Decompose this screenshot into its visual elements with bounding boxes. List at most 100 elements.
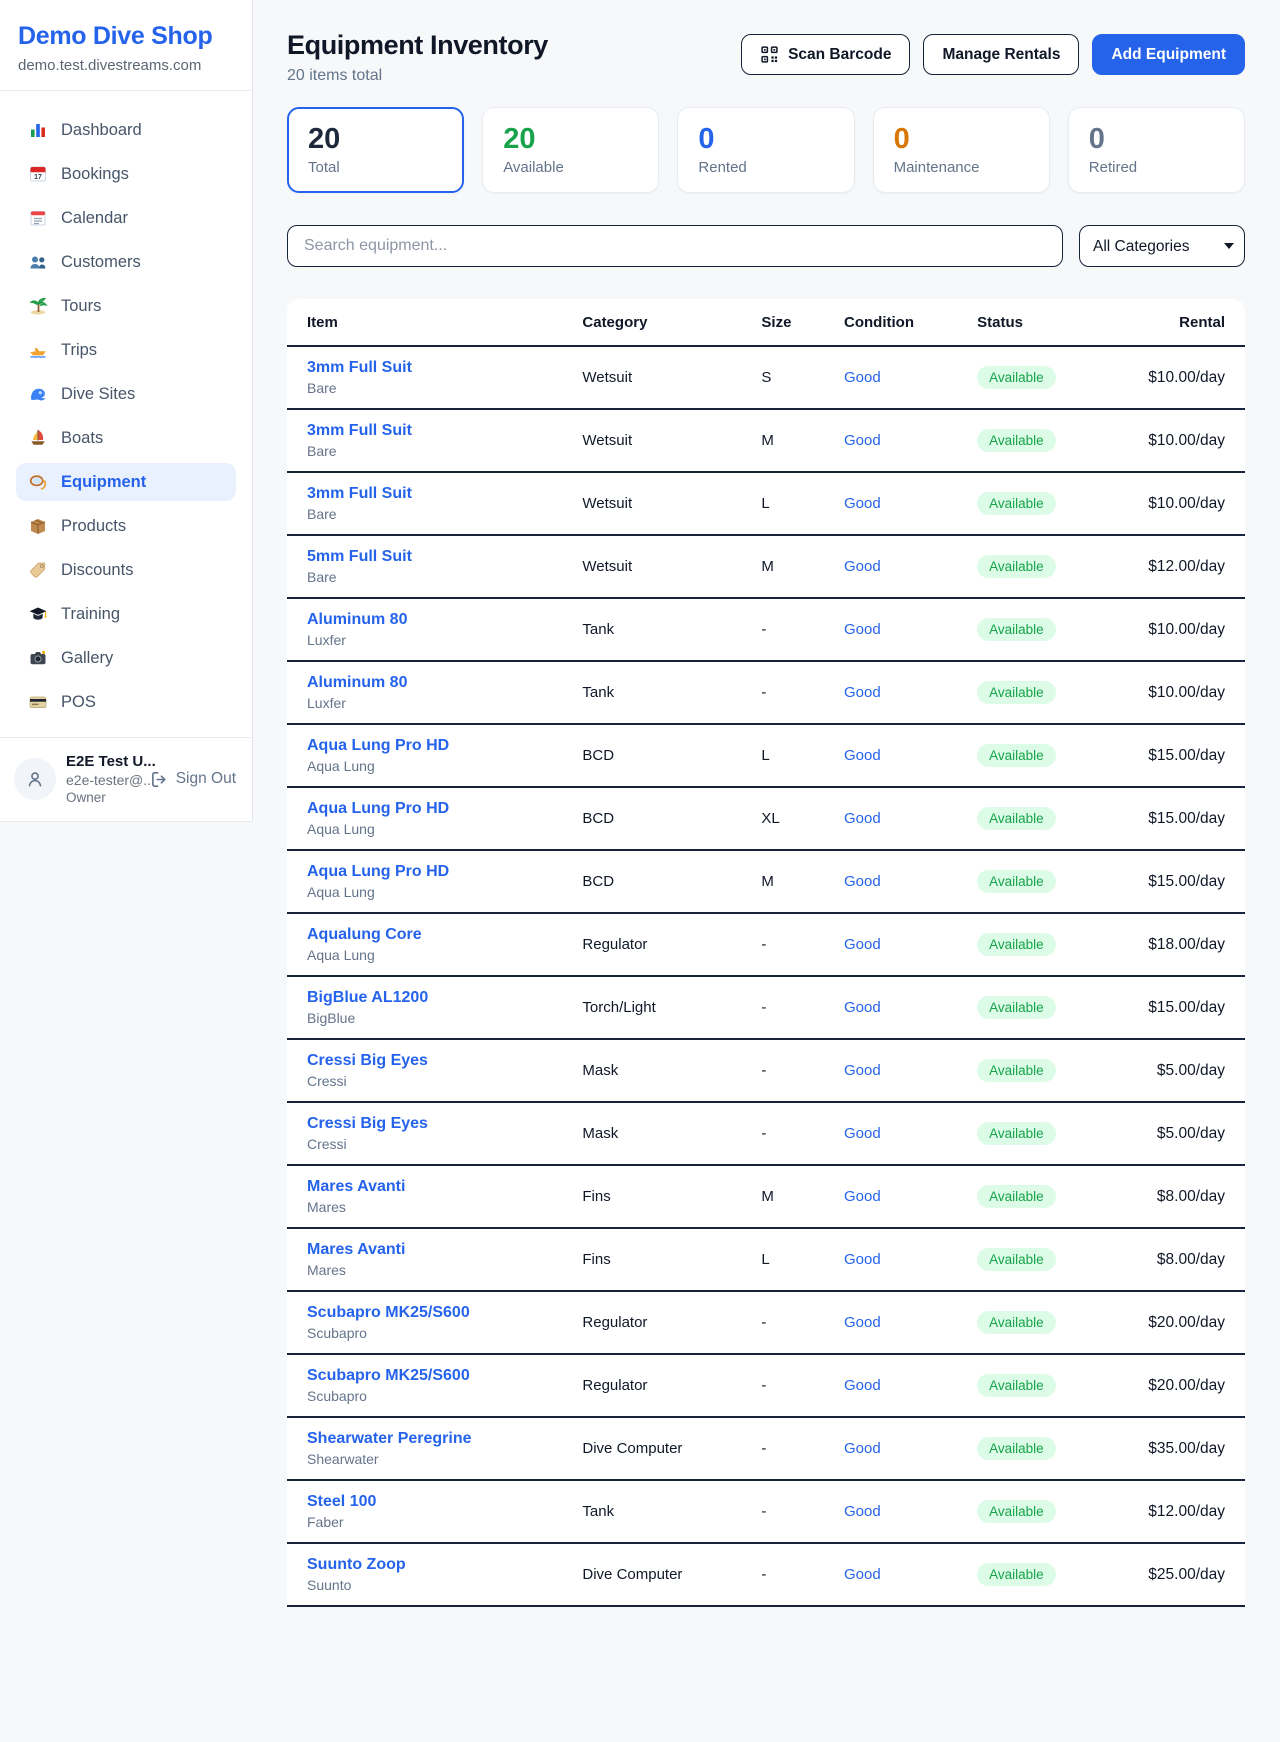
brand-link[interactable]: Demo Dive Shop xyxy=(18,22,234,51)
sign-out-button[interactable]: Sign Out xyxy=(150,770,236,789)
sidebar-item-discounts[interactable]: Discounts xyxy=(16,551,236,589)
item-name-link[interactable]: Scubapro MK25/S600 xyxy=(307,1304,582,1322)
condition-link[interactable]: Good xyxy=(844,1125,977,1142)
item-brand: Scubapro xyxy=(307,1325,582,1341)
category-cell: Wetsuit xyxy=(582,369,761,386)
stat-label: Retired xyxy=(1089,159,1224,176)
item-name-link[interactable]: Aqua Lung Pro HD xyxy=(307,863,582,881)
size-cell: L xyxy=(761,495,844,512)
sidebar-item-boats[interactable]: Boats xyxy=(16,419,236,457)
condition-link[interactable]: Good xyxy=(844,936,977,953)
stat-card-rented[interactable]: 0 Rented xyxy=(677,107,854,193)
status-badge: Available xyxy=(977,429,1056,452)
category-cell: Wetsuit xyxy=(582,432,761,449)
stat-value: 20 xyxy=(308,123,443,156)
item-cell: 3mm Full Suit Bare xyxy=(307,485,582,522)
category-cell: Tank xyxy=(582,684,761,701)
equipment-table: Item Category Size Condition Status Rent… xyxy=(287,299,1245,1607)
table-header-row: Item Category Size Condition Status Rent… xyxy=(287,299,1245,347)
header-actions: Scan Barcode Manage Rentals Add Equipmen… xyxy=(741,34,1245,75)
item-name-link[interactable]: 3mm Full Suit xyxy=(307,422,582,440)
item-name-link[interactable]: Aqua Lung Pro HD xyxy=(307,737,582,755)
item-name-link[interactable]: Aluminum 80 xyxy=(307,674,582,692)
item-name-link[interactable]: Steel 100 xyxy=(307,1493,582,1511)
item-name-link[interactable]: Cressi Big Eyes xyxy=(307,1052,582,1070)
item-name-link[interactable]: Suunto Zoop xyxy=(307,1556,582,1574)
condition-link[interactable]: Good xyxy=(844,747,977,764)
sidebar-item-training[interactable]: Training xyxy=(16,595,236,633)
size-cell: L xyxy=(761,747,844,764)
sidebar-item-pos[interactable]: POS xyxy=(16,683,236,721)
status-cell: Available xyxy=(977,366,1110,389)
item-cell: BigBlue AL1200 BigBlue xyxy=(307,989,582,1026)
item-name-link[interactable]: Mares Avanti xyxy=(307,1178,582,1196)
condition-link[interactable]: Good xyxy=(844,558,977,575)
condition-link[interactable]: Good xyxy=(844,1188,977,1205)
condition-link[interactable]: Good xyxy=(844,1566,977,1583)
condition-link[interactable]: Good xyxy=(844,873,977,890)
category-cell: Mask xyxy=(582,1125,761,1142)
sidebar-item-customers[interactable]: Customers xyxy=(16,243,236,281)
stat-card-total[interactable]: 20 Total xyxy=(287,107,464,193)
item-brand: Shearwater xyxy=(307,1451,582,1467)
condition-link[interactable]: Good xyxy=(844,810,977,827)
manage-rentals-button[interactable]: Manage Rentals xyxy=(923,34,1079,75)
sidebar-item-bookings[interactable]: Bookings xyxy=(16,155,236,193)
rental-price: $15.00/day xyxy=(1110,747,1225,765)
condition-link[interactable]: Good xyxy=(844,495,977,512)
item-name-link[interactable]: 5mm Full Suit xyxy=(307,548,582,566)
search-input[interactable] xyxy=(287,225,1063,267)
condition-link[interactable]: Good xyxy=(844,1314,977,1331)
condition-link[interactable]: Good xyxy=(844,369,977,386)
boats-icon xyxy=(28,428,48,448)
condition-link[interactable]: Good xyxy=(844,432,977,449)
qr-code-icon xyxy=(760,45,779,64)
item-cell: Cressi Big Eyes Cressi xyxy=(307,1115,582,1152)
sidebar-item-tours[interactable]: Tours xyxy=(16,287,236,325)
item-brand: Cressi xyxy=(307,1136,582,1152)
item-name-link[interactable]: BigBlue AL1200 xyxy=(307,989,582,1007)
condition-link[interactable]: Good xyxy=(844,1377,977,1394)
item-name-link[interactable]: Cressi Big Eyes xyxy=(307,1115,582,1133)
item-name-link[interactable]: Aqua Lung Pro HD xyxy=(307,800,582,818)
item-name-link[interactable]: Shearwater Peregrine xyxy=(307,1430,582,1448)
category-cell: BCD xyxy=(582,747,761,764)
item-name-link[interactable]: Aluminum 80 xyxy=(307,611,582,629)
item-name-link[interactable]: 3mm Full Suit xyxy=(307,359,582,377)
status-cell: Available xyxy=(977,1563,1110,1586)
sidebar-item-products[interactable]: Products xyxy=(16,507,236,545)
table-row: Scubapro MK25/S600 Scubapro Regulator - … xyxy=(287,1292,1245,1355)
condition-link[interactable]: Good xyxy=(844,1440,977,1457)
category-cell: Fins xyxy=(582,1251,761,1268)
item-name-link[interactable]: Scubapro MK25/S600 xyxy=(307,1367,582,1385)
table-row: 3mm Full Suit Bare Wetsuit L Good Availa… xyxy=(287,473,1245,536)
item-brand: Bare xyxy=(307,380,582,396)
stat-card-available[interactable]: 20 Available xyxy=(482,107,659,193)
sidebar-item-dive-sites[interactable]: Dive Sites xyxy=(16,375,236,413)
scan-barcode-button[interactable]: Scan Barcode xyxy=(741,34,910,75)
stat-card-retired[interactable]: 0 Retired xyxy=(1068,107,1245,193)
calendar-icon xyxy=(28,208,48,228)
sidebar-item-equipment[interactable]: Equipment xyxy=(16,463,236,501)
condition-link[interactable]: Good xyxy=(844,1503,977,1520)
stat-card-maintenance[interactable]: 0 Maintenance xyxy=(873,107,1050,193)
sidebar-item-trips[interactable]: Trips xyxy=(16,331,236,369)
condition-link[interactable]: Good xyxy=(844,621,977,638)
stat-label: Maintenance xyxy=(894,159,1029,176)
item-name-link[interactable]: 3mm Full Suit xyxy=(307,485,582,503)
category-cell: Mask xyxy=(582,1062,761,1079)
table-row: Aqua Lung Pro HD Aqua Lung BCD L Good Av… xyxy=(287,725,1245,788)
status-badge: Available xyxy=(977,555,1056,578)
sidebar-item-calendar[interactable]: Calendar xyxy=(16,199,236,237)
item-name-link[interactable]: Mares Avanti xyxy=(307,1241,582,1259)
sidebar-item-dashboard[interactable]: Dashboard xyxy=(16,111,236,149)
item-name-link[interactable]: Aqualung Core xyxy=(307,926,582,944)
condition-link[interactable]: Good xyxy=(844,684,977,701)
category-select[interactable]: All Categories xyxy=(1079,225,1245,267)
condition-link[interactable]: Good xyxy=(844,1062,977,1079)
user-meta: E2E Test U... e2e-tester@... Owner xyxy=(66,753,150,805)
sidebar-item-gallery[interactable]: Gallery xyxy=(16,639,236,677)
add-equipment-button[interactable]: Add Equipment xyxy=(1092,34,1245,75)
condition-link[interactable]: Good xyxy=(844,999,977,1016)
condition-link[interactable]: Good xyxy=(844,1251,977,1268)
